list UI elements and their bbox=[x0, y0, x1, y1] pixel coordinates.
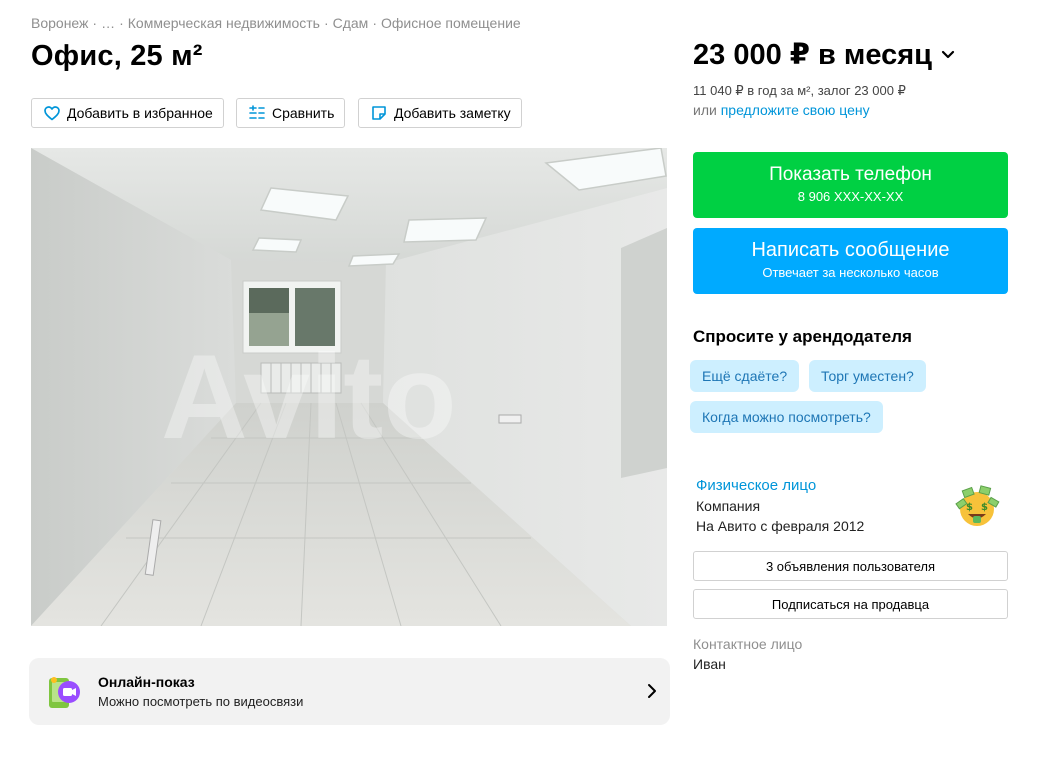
phone-number-masked: 8 906 XXX-XX-XX bbox=[797, 189, 904, 204]
page-title: Офис, 25 м² bbox=[31, 40, 203, 72]
breadcrumb: Воронеж ·… · Коммерческая недвижимость · Сдам… bbox=[31, 15, 521, 31]
quick-question-chip[interactable]: Когда можно посмотреть? bbox=[690, 401, 883, 433]
price-offer-prefix: или bbox=[693, 102, 717, 118]
seller-listings-button[interactable]: 3 объявления пользователя bbox=[693, 551, 1008, 581]
ask-landlord-title: Спросите у арендодателя bbox=[693, 327, 912, 346]
compare-list-icon bbox=[248, 104, 266, 122]
compare-label: Сравнить bbox=[272, 105, 335, 121]
seller-type: Компания bbox=[696, 498, 761, 514]
show-phone-label: Показать телефон bbox=[769, 164, 932, 185]
add-note-label: Добавить заметку bbox=[394, 105, 511, 121]
avito-watermark: Avito bbox=[161, 330, 457, 464]
add-note-button[interactable]: Добавить заметку bbox=[358, 98, 522, 128]
heart-icon bbox=[43, 104, 61, 122]
add-to-favorites-label: Добавить в избранное bbox=[67, 105, 213, 121]
online-viewing-subtitle: Можно посмотреть по видеосвязи bbox=[98, 694, 304, 709]
add-to-favorites-button[interactable]: Добавить в избранное bbox=[31, 98, 224, 128]
subscribe-seller-button[interactable]: Подписаться на продавца bbox=[693, 589, 1008, 619]
breadcrumb-separator: · bbox=[119, 15, 124, 31]
breadcrumb-separator: · bbox=[323, 15, 329, 31]
seller-since: На Авито с февраля 2012 bbox=[696, 518, 865, 534]
chevron-down-icon bbox=[941, 50, 955, 58]
response-time: Отвечает за несколько часов bbox=[762, 265, 939, 280]
breadcrumb-item-ellipsis[interactable]: … bbox=[101, 15, 115, 31]
compare-button[interactable]: Сравнить bbox=[236, 98, 346, 128]
online-viewing-card[interactable]: Онлайн-показ Можно посмотреть по видеосв… bbox=[29, 658, 670, 725]
price-toggle[interactable]: 23 000 ₽ в месяц bbox=[693, 37, 956, 72]
online-viewing-text: Онлайн-показ Можно посмотреть по видеосв… bbox=[98, 674, 303, 709]
show-phone-button[interactable]: Показать телефон 8 906 XXX-XX-XX bbox=[693, 152, 1008, 218]
suggest-price-link[interactable]: предложите свою цену bbox=[721, 102, 870, 118]
contact-person-label: Контактное лицо bbox=[693, 636, 803, 652]
breadcrumb-item-type[interactable]: Офисное помещение bbox=[381, 15, 521, 31]
price-detail: 11 040 ₽ в год за м², залог 23 000 ₽ bbox=[693, 83, 906, 98]
office-room-image: Avito bbox=[31, 148, 667, 626]
online-viewing-title: Онлайн-показ bbox=[98, 674, 195, 690]
seller-name-link[interactable]: Физическое лицо bbox=[696, 477, 816, 494]
price-main: 23 000 ₽ в месяц bbox=[693, 39, 932, 71]
quick-question-chip[interactable]: Ещё сдаёте? bbox=[690, 360, 800, 392]
note-icon bbox=[370, 104, 388, 122]
write-message-button[interactable]: Написать сообщение Отвечает за несколько… bbox=[693, 228, 1008, 294]
breadcrumb-item-city[interactable]: Воронеж bbox=[31, 15, 88, 31]
listing-photo[interactable]: Avito bbox=[31, 148, 667, 626]
price-offer: или предложите свою цену bbox=[693, 102, 870, 118]
chevron-right-icon bbox=[648, 684, 656, 698]
breadcrumb-separator: · bbox=[92, 15, 98, 31]
video-call-icon bbox=[49, 676, 80, 708]
svg-text:$: $ bbox=[966, 502, 973, 513]
contact-person-name: Иван bbox=[693, 656, 726, 672]
write-message-label: Написать сообщение bbox=[751, 239, 950, 261]
svg-text:$: $ bbox=[981, 502, 988, 513]
breadcrumb-separator: · bbox=[372, 15, 377, 31]
breadcrumb-item-category[interactable]: Коммерческая недвижимость bbox=[128, 15, 320, 31]
seller-avatar[interactable]: $ $ bbox=[953, 483, 1001, 531]
breadcrumb-item-deal[interactable]: Сдам bbox=[333, 15, 369, 31]
quick-question-chip[interactable]: Торг уместен? bbox=[809, 360, 926, 392]
